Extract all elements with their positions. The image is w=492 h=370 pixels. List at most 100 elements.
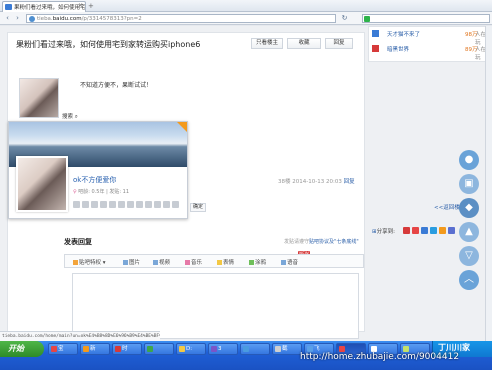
badge-icon[interactable]: [109, 201, 116, 208]
badge-icon[interactable]: [136, 201, 143, 208]
share-weibo-icon[interactable]: [412, 227, 419, 234]
watermark-text: http://home.zhubajie.com/9004412: [300, 352, 460, 362]
doodle-icon: [249, 260, 254, 265]
address-path: /p/3314578313?pn=2: [81, 16, 142, 22]
scroll-up-icon[interactable]: ︿: [459, 270, 479, 290]
badge-icon[interactable]: [73, 201, 80, 208]
back-icon[interactable]: ‹: [3, 14, 12, 23]
app-icon: [211, 346, 217, 352]
folder-icon: [179, 346, 185, 352]
taskbar-item[interactable]: 新: [80, 343, 110, 355]
badge-icon[interactable]: [91, 201, 98, 208]
badge-icon[interactable]: [100, 201, 107, 208]
collect-button[interactable]: 收藏: [287, 38, 321, 49]
share-label: ⊞分享到:: [372, 227, 395, 235]
share-tieba-icon[interactable]: [421, 227, 428, 234]
scrollbar[interactable]: [485, 26, 492, 342]
flask-icon[interactable]: ▽: [459, 246, 479, 266]
gift-icon[interactable]: ▣: [459, 174, 479, 194]
user-card: ok不方便爱你 ♀ 吧龄: 0.5年 | 发贴: 11: [8, 121, 188, 219]
confirm-button[interactable]: 确定: [190, 203, 206, 212]
taskbar-label: D:: [186, 346, 193, 352]
forward-icon[interactable]: ›: [13, 14, 22, 23]
location-icon[interactable]: ●: [459, 150, 479, 170]
start-button[interactable]: 开始: [0, 341, 44, 357]
tool-label: 图片: [129, 260, 141, 266]
share-more-icon[interactable]: [448, 227, 455, 234]
close-tab-icon[interactable]: ×: [78, 2, 83, 9]
user-card-avatar[interactable]: [16, 156, 68, 212]
game-icon: [372, 30, 379, 37]
game-panel: 天才猫不来了 98万 人在玩 暗黑世界 89万 人在玩: [368, 26, 492, 62]
taskbar-item[interactable]: [144, 343, 174, 355]
privilege-icon: [73, 260, 78, 265]
taskbar-label: 截: [282, 346, 288, 352]
tool-privilege[interactable]: 贴吧特权 ▾: [73, 258, 106, 266]
post-author-avatar[interactable]: [19, 78, 59, 118]
cat-icon[interactable]: ◆: [459, 198, 479, 218]
reply-note: 发贴请遵守贴吧协议及"七条底线": [284, 238, 359, 245]
floor-meta: 38楼 2014-10-13 20:03 回复: [278, 177, 355, 185]
taskbar-label: 新: [90, 346, 96, 352]
app-icon: [243, 346, 249, 352]
share-tqq-icon[interactable]: [430, 227, 437, 234]
tool-image[interactable]: 图片: [123, 258, 140, 266]
game-link-1[interactable]: 天才猫不来了: [387, 30, 420, 38]
taskbar-item[interactable]: [240, 343, 270, 355]
video-icon: [153, 260, 158, 265]
share-qzone-icon[interactable]: [403, 227, 410, 234]
search-input[interactable]: [362, 14, 490, 23]
app-icon: [51, 346, 57, 352]
tool-emoji[interactable]: 表情: [217, 258, 234, 266]
game-icon: [372, 45, 379, 52]
address-bar[interactable]: tieba.baidu.com/p/3314578313?pn=2: [26, 14, 336, 23]
share-renren-icon[interactable]: [439, 227, 446, 234]
badge-icon[interactable]: [118, 201, 125, 208]
reply-editor[interactable]: [72, 273, 359, 339]
back-to-top-link[interactable]: <<返回楼: [434, 203, 460, 211]
badge-icon[interactable]: [82, 201, 89, 208]
taskbar-item[interactable]: 3: [208, 343, 238, 355]
refresh-icon[interactable]: ↻: [340, 14, 349, 23]
taskbar-item[interactable]: D:: [176, 343, 206, 355]
tool-voice[interactable]: 语音: [281, 258, 298, 266]
post-time: 2014-10-13 20:03: [292, 179, 342, 185]
tieba-favicon-icon: [5, 4, 12, 10]
site-info-icon: [29, 16, 35, 22]
taskbar-item[interactable]: 宝: [48, 343, 78, 355]
user-name-link[interactable]: ok不方便爱你: [73, 175, 116, 185]
tool-label: 音乐: [191, 260, 203, 266]
badge-icon[interactable]: [145, 201, 152, 208]
new-tab-icon[interactable]: +: [88, 2, 94, 10]
tool-label: 涂鸦: [255, 260, 267, 266]
emoji-icon: [217, 260, 222, 265]
reply-note-link[interactable]: 贴吧协议及"七条底线": [309, 239, 359, 245]
taskbar-item[interactable]: 截: [272, 343, 302, 355]
reply-heading: 发表回复: [64, 238, 92, 246]
badge-icon[interactable]: [172, 201, 179, 208]
taskbar-item[interactable]: 时: [112, 343, 142, 355]
address-prefix: tieba.: [37, 16, 53, 22]
user-icon[interactable]: ▲: [459, 222, 479, 242]
floor-reply-link[interactable]: 回复: [344, 179, 355, 185]
browser-tab[interactable]: 果粉们看过来哦，如何使用宅: [2, 1, 86, 12]
app-icon: [147, 346, 153, 352]
only-louzhu-button[interactable]: 只看楼主: [251, 38, 283, 49]
badge-icon[interactable]: [154, 201, 161, 208]
taskbar-label: 3: [218, 346, 222, 352]
badge-icon[interactable]: [163, 201, 170, 208]
tab-title: 果粉们看过来哦，如何使用宅: [14, 5, 86, 11]
voice-icon: [281, 260, 286, 265]
reply-note-prefix: 发贴请遵守: [284, 239, 310, 245]
tool-doodle[interactable]: 涂鸦: [249, 258, 266, 266]
badge-icon[interactable]: [127, 201, 134, 208]
screenshot-icon: [275, 346, 281, 352]
game-link-2[interactable]: 暗黑世界: [387, 45, 409, 53]
post-text: 不知道方便不，果断试试！: [80, 82, 153, 89]
tool-label: 贴吧特权: [79, 260, 102, 266]
search-mini[interactable]: 搜索 ⌕: [62, 112, 78, 121]
tool-music[interactable]: 音乐: [185, 258, 202, 266]
reply-button[interactable]: 回复: [325, 38, 353, 49]
tool-video[interactable]: 视频: [153, 258, 170, 266]
taskbar-label: 宝: [58, 346, 64, 352]
